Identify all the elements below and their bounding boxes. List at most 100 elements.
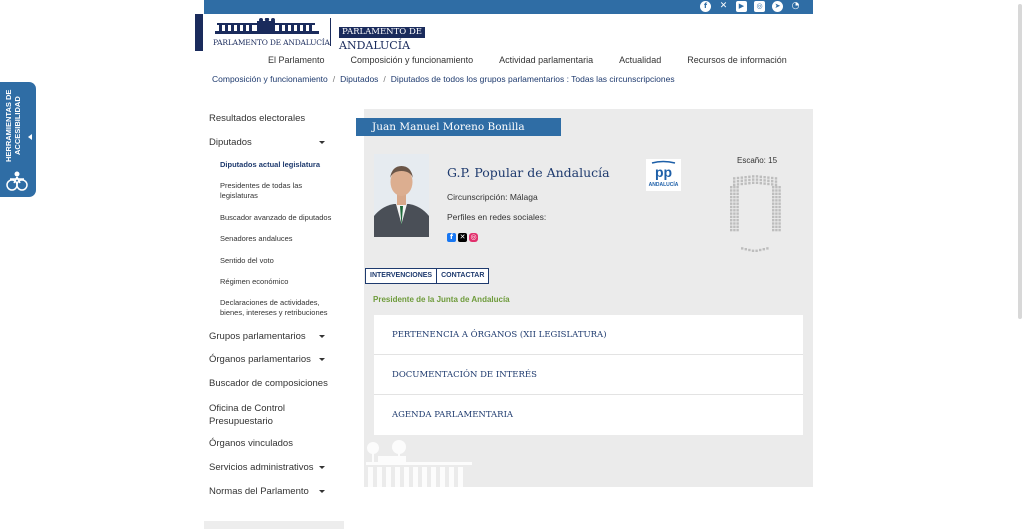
seat-mark bbox=[736, 199, 739, 202]
seat-mark bbox=[744, 182, 747, 185]
seat-mark bbox=[774, 183, 778, 186]
seat-mark bbox=[730, 219, 733, 222]
page-scrollbar[interactable] bbox=[1018, 4, 1022, 319]
seat-mark bbox=[733, 186, 736, 189]
seat-mark bbox=[772, 195, 775, 199]
seat-mark bbox=[772, 228, 775, 232]
seat-mark bbox=[730, 186, 733, 189]
instagram-icon[interactable]: ◎ bbox=[469, 233, 478, 242]
seat-mark bbox=[755, 178, 759, 181]
seat-mark bbox=[733, 195, 736, 199]
sidebar-item-oficina[interactable]: Oficina de Control Presupuestario bbox=[209, 402, 319, 428]
seat-mark bbox=[740, 179, 743, 182]
seat-mark bbox=[736, 212, 739, 215]
instagram-icon[interactable]: ◎ bbox=[754, 1, 765, 12]
facebook-icon[interactable]: f bbox=[447, 233, 456, 242]
logo-divider bbox=[330, 18, 331, 46]
tab-intervenciones[interactable]: INTERVENCIONES bbox=[365, 268, 438, 284]
deputy-role: Presidente de la Junta de Andalucía bbox=[373, 295, 510, 304]
seat-mark bbox=[736, 205, 739, 209]
breadcrumb: Composición y funcionamiento / Diputados / D… bbox=[212, 74, 675, 84]
seat-mark bbox=[730, 209, 733, 212]
seat-mark bbox=[736, 176, 740, 180]
sidebar-item-normas[interactable]: Normas del Parlamento bbox=[209, 486, 339, 497]
seat-mark bbox=[733, 209, 736, 212]
seat-mark bbox=[774, 177, 778, 180]
seat-mark bbox=[730, 199, 733, 202]
seat-mark bbox=[778, 202, 781, 205]
seat-mark bbox=[733, 180, 736, 183]
seat-mark bbox=[759, 182, 762, 185]
seat-mark bbox=[733, 202, 736, 205]
nav-el-parlamento[interactable]: El Parlamento bbox=[268, 55, 325, 65]
seat-mark bbox=[736, 186, 739, 189]
seat-mark bbox=[778, 228, 781, 232]
seat-number: Escaño: 15 bbox=[737, 156, 778, 165]
x-icon[interactable]: ✕ bbox=[458, 233, 467, 242]
seat-mark bbox=[736, 202, 739, 205]
sidebar-item-resultados[interactable]: Resultados electorales bbox=[209, 113, 305, 124]
seat-mark bbox=[733, 225, 736, 228]
sidebar-item-grupos[interactable]: Grupos parlamentarios bbox=[209, 331, 339, 342]
seat-mark bbox=[763, 176, 766, 179]
seat-mark bbox=[778, 199, 781, 202]
parliamentary-group[interactable]: G.P. Popular de Andalucía bbox=[447, 165, 610, 180]
seat-mark bbox=[748, 182, 751, 185]
seat-mark bbox=[771, 183, 774, 186]
rss-icon[interactable]: ◔ bbox=[790, 1, 801, 12]
breadcrumb-item[interactable]: Diputados bbox=[340, 74, 378, 84]
seat-mark bbox=[772, 205, 775, 209]
seat-mark bbox=[759, 175, 762, 178]
seat-mark bbox=[763, 182, 766, 185]
seat-mark bbox=[736, 189, 739, 192]
telegram-icon[interactable]: ➤ bbox=[772, 1, 783, 12]
accordion-documentacion[interactable]: DOCUMENTACIÓN DE INTERÉS bbox=[374, 355, 803, 395]
sidebar-item-organos[interactable]: Órganos parlamentarios bbox=[209, 354, 339, 365]
breadcrumb-item[interactable]: Diputados de todos los grupos parlamenta… bbox=[391, 74, 675, 84]
sidebar-item-diputados[interactable]: Diputados bbox=[209, 137, 339, 148]
wordmark-line2: ANDALUCÍA bbox=[339, 39, 411, 52]
seat-mark bbox=[755, 249, 758, 252]
nav-recursos[interactable]: Recursos de información bbox=[687, 55, 787, 65]
seat-mark bbox=[778, 189, 781, 192]
x-icon[interactable]: ✕ bbox=[718, 1, 729, 12]
sidebar-item-vinculados[interactable]: Órganos vinculados bbox=[209, 438, 293, 449]
accordion-organos[interactable]: PERTENENCIA A ÓRGANOS (XII LEGISLATURA) bbox=[374, 315, 803, 355]
sidebar-item-servicios[interactable]: Servicios administrativos bbox=[209, 462, 339, 473]
seat-mark bbox=[736, 195, 739, 199]
parliament-emblem-icon bbox=[215, 18, 319, 34]
parliament-logo[interactable]: PARLAMENTO DE ANDALUCÍA bbox=[213, 18, 330, 48]
seat-mark bbox=[730, 195, 733, 199]
sidebar-subitem-buscador[interactable]: Buscador avanzado de diputados bbox=[220, 213, 331, 223]
facebook-icon[interactable]: f bbox=[700, 1, 711, 12]
seat-mark bbox=[744, 179, 747, 182]
seat-mark bbox=[752, 175, 755, 178]
sidebar-subitem-declaraciones[interactable]: Declaraciones de actividades, bienes, in… bbox=[220, 298, 332, 318]
seat-mark bbox=[752, 178, 755, 181]
accordion-agenda[interactable]: AGENDA PARLAMENTARIA bbox=[374, 395, 803, 435]
nav-composicion[interactable]: Composición y funcionamiento bbox=[351, 55, 474, 65]
accessibility-tools-tab[interactable]: HERRAMIENTAS DE ACCESIBILIDAD bbox=[0, 82, 36, 197]
seat-mark bbox=[778, 209, 781, 212]
sidebar-item-buscador-composiciones[interactable]: Buscador de composiciones bbox=[209, 378, 328, 389]
seat-mark bbox=[736, 192, 739, 195]
caret-down-icon bbox=[319, 490, 325, 493]
parliament-wordmark[interactable]: PARLAMENTO DE ANDALUCÍA bbox=[339, 19, 425, 53]
social-profiles-label: Perfiles en redes sociales: bbox=[447, 212, 547, 222]
seat-mark bbox=[736, 180, 740, 183]
wordmark-line1: PARLAMENTO DE bbox=[339, 27, 425, 38]
sidebar-subitem-regimen[interactable]: Régimen económico bbox=[220, 277, 288, 287]
tab-contactar[interactable]: CONTACTAR bbox=[437, 268, 490, 284]
nav-actualidad[interactable]: Actualidad bbox=[619, 55, 661, 65]
breadcrumb-item[interactable]: Composición y funcionamiento bbox=[212, 74, 328, 84]
seat-mark bbox=[775, 195, 778, 199]
sidebar-subitem-presidentes[interactable]: Presidentes de todas las legislaturas bbox=[220, 181, 320, 201]
seat-mark bbox=[733, 205, 736, 209]
sidebar-subitem-actual[interactable]: Diputados actual legislatura bbox=[220, 160, 320, 170]
sidebar-subitem-voto[interactable]: Sentido del voto bbox=[220, 256, 274, 266]
youtube-icon[interactable]: ▶ bbox=[736, 1, 747, 12]
top-social-bar: f ✕ ▶ ◎ ➤ ◔ bbox=[204, 0, 813, 14]
building-illustration bbox=[366, 440, 472, 487]
nav-actividad[interactable]: Actividad parlamentaria bbox=[499, 55, 593, 65]
sidebar-subitem-senadores[interactable]: Senadores andaluces bbox=[220, 234, 293, 244]
